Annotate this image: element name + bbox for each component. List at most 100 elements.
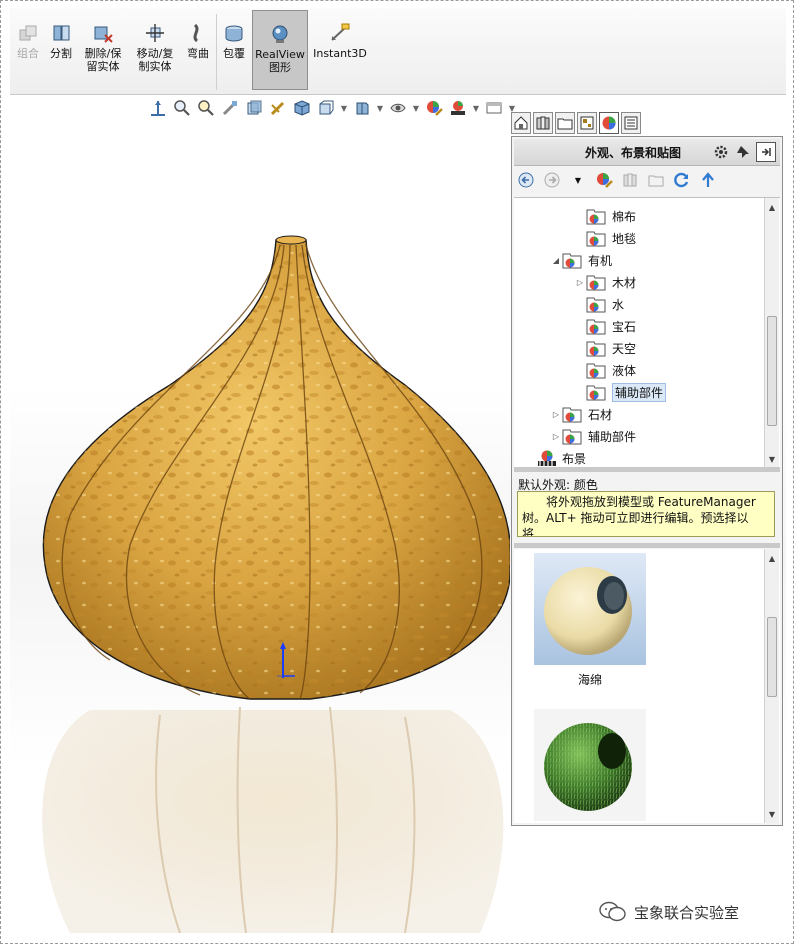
- origin-triad: [277, 642, 295, 678]
- instant3d-button[interactable]: Instant3D: [310, 10, 370, 90]
- split-button[interactable]: 分割: [46, 10, 76, 90]
- realview-icon: [272, 25, 288, 43]
- tree-item[interactable]: 水: [574, 294, 624, 314]
- scroll-up-arrow-icon[interactable]: ▲: [765, 551, 779, 565]
- pin-icon[interactable]: [734, 143, 752, 161]
- collapsed-arrow-icon[interactable]: ▷: [550, 432, 562, 441]
- tree-item[interactable]: 天空: [574, 338, 636, 358]
- appearance-folder-icon: [586, 363, 606, 379]
- zoom-to-fit-icon[interactable]: [148, 98, 168, 118]
- up-folder-icon[interactable]: [698, 170, 718, 190]
- apply-scene-icon[interactable]: [448, 98, 468, 118]
- tree-item[interactable]: ▷ 辅助部件: [550, 426, 636, 446]
- edit-appearance-icon[interactable]: [424, 98, 444, 118]
- previous-view-icon[interactable]: [196, 98, 216, 118]
- add-folder-icon[interactable]: [646, 170, 666, 190]
- appearances-task-pane: 外观、布景和贴图 ▼ 棉布 地毯 ◢ 有机 ▷ 木材 水 宝石 天空 液体 辅助…: [511, 136, 783, 826]
- hide-show-items-icon[interactable]: [352, 98, 372, 118]
- tree-item[interactable]: ▷ 石材: [550, 404, 612, 424]
- section-view-icon[interactable]: [220, 98, 240, 118]
- pane-splitter[interactable]: [514, 467, 780, 472]
- eye-dropdown-icon[interactable]: ▼: [412, 104, 420, 113]
- hide-show-dropdown-icon[interactable]: ▼: [376, 104, 384, 113]
- sponge-texture: [43, 240, 510, 699]
- tree-item-label: 木材: [612, 275, 637, 290]
- appearance-folder-icon: [586, 385, 606, 401]
- tree-item-selected[interactable]: 辅助部件: [574, 382, 667, 402]
- display-style-dropdown-icon[interactable]: ▼: [340, 104, 348, 113]
- flex-label: 弯曲: [187, 47, 209, 60]
- realview-graphics-button[interactable]: RealView 图形: [252, 10, 308, 90]
- gallery-splitter[interactable]: [514, 543, 780, 548]
- tree-item[interactable]: 液体: [574, 360, 636, 380]
- flex-button[interactable]: 弯曲: [182, 10, 214, 90]
- move-body-icon: [146, 24, 164, 42]
- tree-item[interactable]: 棉布: [574, 206, 636, 226]
- command-manager-ribbon: 组合 分割 删除/保 留实体 移动/复 制实体 弯曲 包覆 RealView 图…: [10, 8, 786, 95]
- collapsed-arrow-icon[interactable]: ▷: [574, 278, 586, 287]
- split-icon: [53, 25, 70, 41]
- watermark: 宝象联合实验室: [598, 900, 739, 924]
- cube-view-icon[interactable]: [292, 98, 312, 118]
- tree-item-label: 宝石: [612, 319, 637, 334]
- appearance-folder-icon: [586, 209, 606, 225]
- tree-item[interactable]: 布景: [524, 448, 586, 468]
- add-to-library-icon[interactable]: [620, 170, 640, 190]
- view-settings-icon[interactable]: [484, 98, 504, 118]
- scroll-down-arrow-icon[interactable]: ▼: [765, 807, 779, 821]
- sponge-swatch[interactable]: [534, 553, 646, 665]
- wrap-button[interactable]: 包覆: [218, 10, 250, 90]
- realview-label: RealView 图形: [255, 48, 305, 74]
- tree-scrollbar[interactable]: ▲ ▼: [764, 198, 779, 468]
- sponge-swatch-label: 海绵: [577, 673, 602, 687]
- grass-swatch[interactable]: [534, 709, 646, 821]
- heads-up-view-toolbar: ▼ ▼ ▼ ▼ ▼: [148, 97, 516, 119]
- tree-item[interactable]: ◢ 有机: [550, 250, 612, 270]
- back-icon[interactable]: [516, 170, 536, 190]
- scroll-down-arrow-icon[interactable]: ▼: [765, 452, 779, 466]
- design-library-icon[interactable]: [533, 112, 553, 134]
- forward-icon[interactable]: [542, 170, 562, 190]
- view-orientation-icon[interactable]: [268, 98, 288, 118]
- watermark-text: 宝象联合实验室: [634, 903, 740, 922]
- tree-scroll-thumb[interactable]: [767, 316, 777, 426]
- history-dropdown-icon[interactable]: ▼: [568, 170, 588, 190]
- view-palette-icon[interactable]: [577, 112, 597, 134]
- home-icon[interactable]: [511, 112, 531, 134]
- gourd-vase-model[interactable]: [10, 95, 510, 933]
- scroll-up-arrow-icon[interactable]: ▲: [765, 200, 779, 214]
- gear-icon[interactable]: [712, 143, 730, 161]
- appearance-folder-icon: [586, 319, 606, 335]
- move-copy-body-button[interactable]: 移动/复 制实体: [132, 10, 178, 90]
- description-tooltip: 将外观拖放到模型或 FeatureManager 树。ALT+ 拖动可立即进行编…: [517, 491, 775, 537]
- tree-item-label: 石材: [588, 407, 613, 422]
- tree-item[interactable]: 宝石: [574, 316, 636, 336]
- collapse-pane-icon[interactable]: [756, 142, 776, 162]
- combine-button[interactable]: 组合: [10, 10, 46, 90]
- combine-label: 组合: [17, 47, 39, 60]
- appearance-folder-icon: [586, 297, 606, 313]
- edit-appearance-icon[interactable]: [594, 170, 614, 190]
- dynamic-annotation-icon[interactable]: [244, 98, 264, 118]
- appearance-folder-icon: [562, 407, 582, 423]
- file-explorer-icon[interactable]: [555, 112, 575, 134]
- tree-item-label: 辅助部件: [612, 382, 667, 402]
- move-copy-body-label: 移动/复 制实体: [136, 47, 174, 73]
- custom-properties-icon[interactable]: [621, 112, 641, 134]
- expanded-arrow-icon[interactable]: ◢: [550, 256, 562, 265]
- gallery-scrollbar[interactable]: ▲ ▼: [764, 549, 779, 823]
- scene-dropdown-icon[interactable]: ▼: [472, 104, 480, 113]
- appearances-icon[interactable]: [599, 112, 619, 134]
- tree-item[interactable]: 地毯: [574, 228, 636, 248]
- pane-navigation-bar: ▼: [516, 167, 718, 193]
- appearance-folder-icon: [562, 253, 582, 269]
- eye-icon[interactable]: [388, 98, 408, 118]
- gallery-scroll-thumb[interactable]: [767, 617, 777, 697]
- refresh-icon[interactable]: [672, 170, 692, 190]
- display-style-icon[interactable]: [316, 98, 336, 118]
- delete-keep-body-button[interactable]: 删除/保 留实体: [80, 10, 126, 90]
- pane-title: 外观、布景和贴图: [584, 145, 681, 160]
- collapsed-arrow-icon[interactable]: ▷: [550, 410, 562, 419]
- tree-item[interactable]: ▷ 木材: [574, 272, 636, 292]
- zoom-area-icon[interactable]: [172, 98, 192, 118]
